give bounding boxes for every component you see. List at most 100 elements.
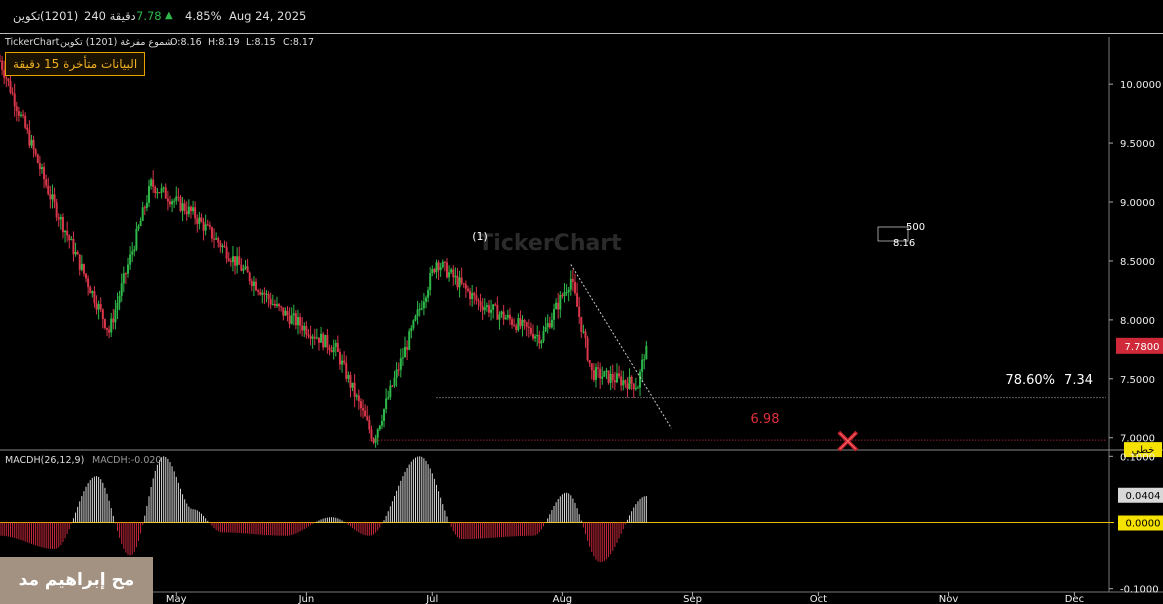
candle-body	[341, 360, 344, 365]
candle-body	[502, 311, 505, 320]
candle-body	[513, 324, 516, 326]
cluster-label: 500	[906, 222, 925, 233]
candle-body	[452, 269, 455, 278]
candle-body	[309, 335, 312, 339]
candle-body	[307, 334, 310, 336]
candle-body	[538, 335, 541, 344]
candle-body	[418, 308, 421, 310]
candle-body	[124, 273, 127, 275]
candle-body	[477, 300, 480, 302]
candle-body	[475, 295, 478, 301]
candle-body	[498, 314, 501, 320]
candle-body	[280, 306, 283, 308]
candle-body	[338, 351, 341, 365]
time-tick-label: May	[166, 594, 187, 604]
candle-body	[460, 277, 463, 284]
candle-body	[284, 310, 287, 316]
candle-body	[376, 429, 379, 438]
candle-body	[122, 273, 125, 284]
candle-body	[89, 287, 92, 294]
candle-body	[410, 328, 413, 332]
candle-body	[508, 314, 511, 320]
candle-body	[351, 382, 354, 388]
candle-body	[200, 217, 203, 222]
candle-body	[540, 341, 543, 344]
candle-body	[240, 264, 243, 271]
candle-body	[53, 194, 56, 203]
macd-value-label: MACDH:-0.020	[92, 455, 161, 466]
candle-body	[108, 329, 111, 333]
candle-body	[185, 211, 188, 215]
candle-body	[632, 383, 635, 390]
candle-body	[487, 305, 490, 313]
candle-body	[265, 293, 268, 295]
candle-body	[192, 207, 195, 212]
candle-body	[17, 111, 20, 116]
candle-body	[620, 376, 623, 386]
author-watermark: مح إبراهيم مد	[0, 557, 153, 604]
candle-body	[347, 375, 350, 379]
candle-body	[28, 130, 31, 146]
candle-body	[175, 196, 178, 201]
candle-body	[431, 269, 434, 274]
macd-tick-label: 0.1000	[1120, 452, 1155, 463]
candle-body	[120, 283, 123, 297]
candle-body	[15, 106, 18, 112]
chart-watermark: TickerChart	[478, 231, 622, 256]
time-tick-label: Sep	[683, 594, 702, 604]
candle-body	[643, 359, 646, 361]
candle-body	[93, 291, 96, 304]
candle-body	[72, 238, 75, 255]
candle-body	[234, 256, 237, 266]
price-tick-label: 9.0000	[1120, 198, 1155, 209]
candle-body	[34, 149, 37, 155]
candle-body	[479, 301, 482, 307]
candle-body	[7, 78, 10, 81]
candle-body	[290, 315, 293, 324]
candle-body	[368, 419, 371, 430]
time-axis[interactable]: AprMayJunJulAugSepOctNovDec	[42, 592, 1084, 604]
candle-body	[273, 303, 276, 306]
candle-body	[601, 376, 604, 379]
price-tick-label: 8.5000	[1120, 257, 1155, 268]
candle-body	[542, 331, 545, 342]
candle-body	[97, 304, 100, 310]
candle-body	[294, 313, 297, 326]
candle-body	[544, 327, 547, 332]
candle-body	[269, 299, 272, 305]
candle-body	[448, 272, 451, 278]
candle-body	[305, 325, 308, 335]
stop-value-label: 6.98	[751, 412, 780, 427]
candle-body	[328, 347, 331, 351]
candle-body	[605, 370, 608, 372]
legend-series: شموع مفرغة (1201) تكوين	[60, 37, 173, 48]
price-axis[interactable]: 10.00009.50009.00008.50008.00007.50007.0…	[1109, 80, 1163, 596]
candle-body	[85, 273, 88, 279]
candle-body	[427, 290, 430, 298]
candle-body	[55, 202, 58, 218]
chart-canvas[interactable]: TickerChart (1) 78.60% 7.34 6.98 500 8.1…	[0, 0, 1163, 604]
candle-body	[82, 264, 85, 274]
candle-body	[332, 346, 335, 353]
candle-body	[412, 320, 415, 329]
candle-body	[532, 333, 535, 339]
legend-open: O:8.16	[170, 37, 202, 48]
candle-body	[626, 383, 629, 389]
candle-body	[114, 309, 117, 323]
candle-body	[424, 297, 427, 302]
candle-body	[618, 373, 621, 377]
candle-body	[496, 304, 499, 320]
delay-notice-badge: البيانات متأخرة 15 دقيقة	[5, 52, 146, 76]
candle-body	[641, 359, 644, 372]
candle-body	[525, 322, 528, 327]
candle-body	[198, 217, 201, 224]
candle-body	[217, 238, 220, 243]
candle-body	[527, 326, 530, 328]
candle-body	[282, 307, 285, 316]
candle-body	[416, 309, 419, 317]
candle-body	[171, 201, 174, 205]
candle-body	[118, 296, 121, 303]
candle-body	[437, 262, 440, 271]
candle-body	[36, 154, 39, 163]
candle-body	[219, 242, 222, 248]
